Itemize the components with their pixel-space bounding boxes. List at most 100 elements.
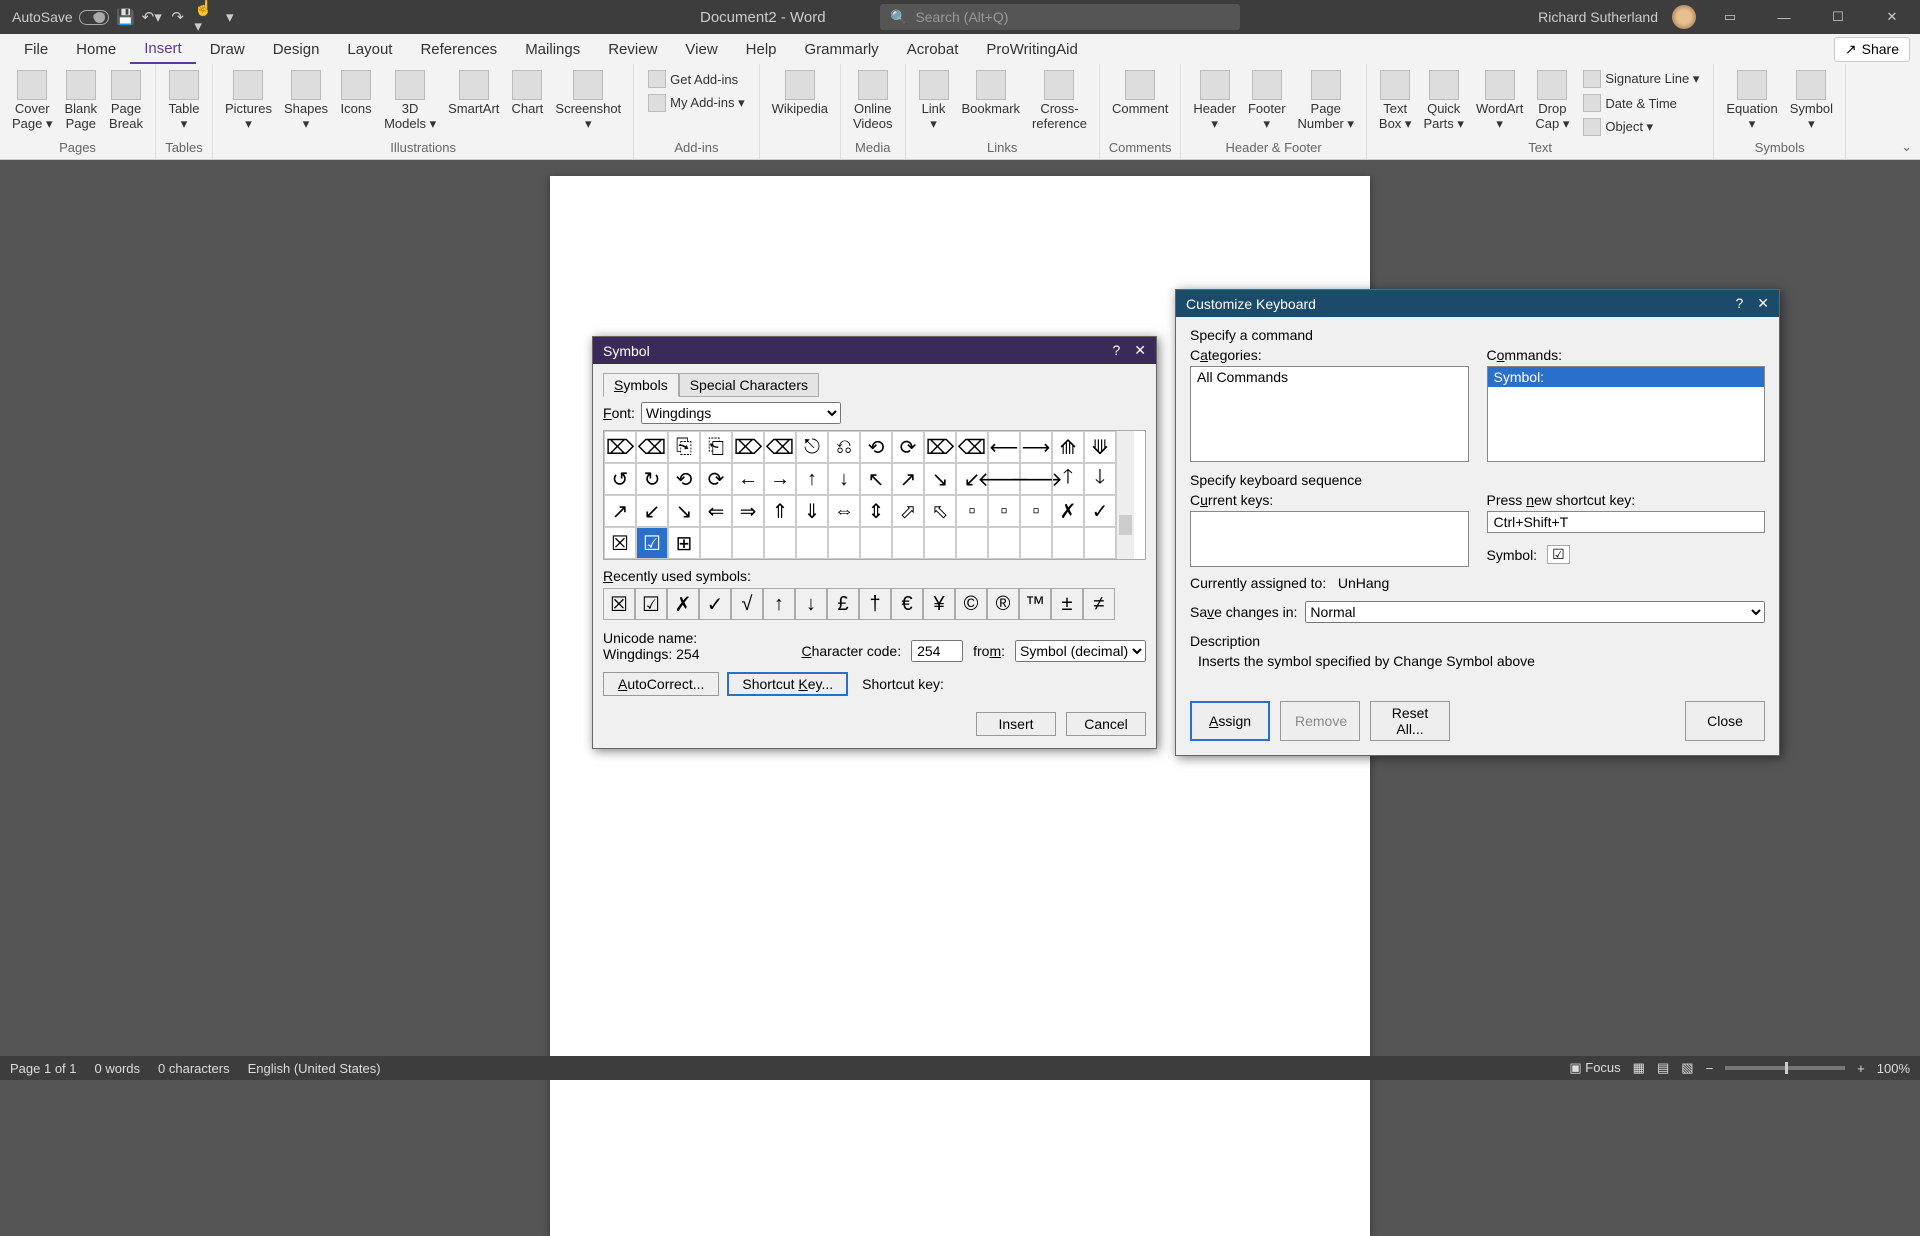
symbol-cell[interactable]: ⇒ xyxy=(732,495,764,527)
symbol-cell[interactable] xyxy=(1052,527,1084,559)
autosave-toggle[interactable]: AutoSave Off xyxy=(12,9,109,25)
symbol-cell[interactable]: ⟰ xyxy=(1052,431,1084,463)
close-icon[interactable]: ✕ xyxy=(1757,295,1769,312)
symbol-cell[interactable]: ⌦ xyxy=(732,431,764,463)
symbol-scrollbar[interactable] xyxy=(1116,431,1134,559)
zoom-out-icon[interactable]: − xyxy=(1706,1061,1714,1076)
symbol-cell[interactable] xyxy=(892,527,924,559)
ribbon-header[interactable]: Header▾ xyxy=(1189,68,1240,134)
commands-listbox[interactable]: Symbol: xyxy=(1487,366,1766,462)
recent-symbol-cell[interactable]: ≠ xyxy=(1083,588,1115,620)
save-changes-select[interactable]: Normal xyxy=(1305,601,1765,623)
recent-symbol-cell[interactable]: ↓ xyxy=(795,588,827,620)
tab-insert[interactable]: Insert xyxy=(130,35,196,64)
ribbon-cover[interactable]: CoverPage ▾ xyxy=(8,68,57,134)
symbol-cell[interactable]: ☒ xyxy=(604,527,636,559)
recent-symbol-cell[interactable]: ☑ xyxy=(635,588,667,620)
assign-button[interactable]: Assign xyxy=(1190,701,1270,741)
symbol-cell[interactable]: ↘ xyxy=(668,495,700,527)
help-icon[interactable]: ? xyxy=(1112,342,1120,359)
recent-symbol-cell[interactable]: ¥ xyxy=(923,588,955,620)
close-icon[interactable]: ✕ xyxy=(1134,342,1146,359)
symbol-cell[interactable]: ↑ xyxy=(796,463,828,495)
symbol-cell[interactable] xyxy=(956,527,988,559)
symbol-cell[interactable]: ↗ xyxy=(604,495,636,527)
symbol-cell[interactable]: 🡒 xyxy=(1020,463,1052,495)
tab-grammarly[interactable]: Grammarly xyxy=(791,36,893,63)
symbol-cell[interactable]: ⬀ xyxy=(892,495,924,527)
symbol-cell[interactable]: ⎘ xyxy=(668,431,700,463)
symbol-cell[interactable]: ↓ xyxy=(828,463,860,495)
status-lang[interactable]: English (United States) xyxy=(248,1061,381,1076)
ribbon-screenshot[interactable]: Screenshot▾ xyxy=(551,68,625,134)
symbol-cell[interactable]: ⇑ xyxy=(764,495,796,527)
symbol-cell[interactable]: ← xyxy=(732,463,764,495)
recent-symbol-cell[interactable]: ± xyxy=(1051,588,1083,620)
minimize-icon[interactable]: — xyxy=(1764,0,1804,34)
tab-draw[interactable]: Draw xyxy=(196,36,259,63)
symbol-cell[interactable]: ⇕ xyxy=(860,495,892,527)
symbol-cell[interactable]: ⎋ xyxy=(796,431,828,463)
tab-help[interactable]: Help xyxy=(732,36,791,63)
user-name[interactable]: Richard Sutherland xyxy=(1538,9,1658,25)
tab-symbols[interactable]: Symbols xyxy=(603,373,679,397)
ribbon-wikipedia[interactable]: Wikipedia xyxy=(768,68,832,119)
symbol-cell[interactable]: ⟲ xyxy=(668,463,700,495)
tab-acrobat[interactable]: Acrobat xyxy=(893,36,973,63)
symbol-cell[interactable] xyxy=(1084,527,1116,559)
symbol-cell[interactable]: ⟵ xyxy=(988,431,1020,463)
tab-home[interactable]: Home xyxy=(62,36,130,63)
recent-symbol-cell[interactable]: ✓ xyxy=(699,588,731,620)
avatar[interactable] xyxy=(1672,5,1696,29)
tab-references[interactable]: References xyxy=(406,36,511,63)
ribbon-date-time[interactable]: Date & Time xyxy=(1577,92,1705,114)
symbol-cell[interactable]: ⟶ xyxy=(1020,431,1052,463)
ribbon-3d[interactable]: 3DModels ▾ xyxy=(380,68,440,134)
recent-symbol-cell[interactable]: ® xyxy=(987,588,1019,620)
current-keys-listbox[interactable] xyxy=(1190,511,1469,567)
symbol-cell[interactable]: ↙ xyxy=(636,495,668,527)
symbol-cell[interactable]: ↻ xyxy=(636,463,668,495)
ribbon-display-icon[interactable]: ▭ xyxy=(1710,0,1750,34)
ribbon-quick[interactable]: QuickParts ▾ xyxy=(1419,68,1467,134)
recent-symbol-cell[interactable]: £ xyxy=(827,588,859,620)
symbol-cell[interactable] xyxy=(732,527,764,559)
ribbon-page[interactable]: PageBreak xyxy=(105,68,147,134)
symbol-cell[interactable]: ⟲ xyxy=(860,431,892,463)
recent-symbol-cell[interactable]: † xyxy=(859,588,891,620)
ribbon-bookmark[interactable]: Bookmark xyxy=(958,68,1025,119)
undo-icon[interactable]: ↶▾ xyxy=(143,8,161,26)
recent-symbol-cell[interactable]: ↑ xyxy=(763,588,795,620)
symbol-cell[interactable]: ⟳ xyxy=(892,431,924,463)
ribbon-shapes[interactable]: Shapes▾ xyxy=(280,68,332,134)
symbol-cell[interactable] xyxy=(828,527,860,559)
ribbon-table[interactable]: Table▾ xyxy=(164,68,204,134)
symbol-dialog-title-bar[interactable]: Symbol ? ✕ xyxy=(593,337,1156,364)
recent-symbol-cell[interactable]: ☒ xyxy=(603,588,635,620)
tab-design[interactable]: Design xyxy=(259,36,334,63)
charcode-input[interactable] xyxy=(911,640,963,662)
ribbon-chart[interactable]: Chart xyxy=(507,68,547,119)
symbol-cell[interactable]: ↗ xyxy=(892,463,924,495)
from-select[interactable]: Symbol (decimal) xyxy=(1015,640,1146,662)
symbol-cell[interactable]: ▫ xyxy=(988,495,1020,527)
symbol-cell[interactable]: ⌦ xyxy=(604,431,636,463)
zoom-in-icon[interactable]: + xyxy=(1857,1061,1865,1076)
symbol-cell[interactable] xyxy=(1020,527,1052,559)
symbol-cell[interactable] xyxy=(764,527,796,559)
autosave-switch[interactable]: Off xyxy=(79,10,109,25)
symbol-cell[interactable] xyxy=(796,527,828,559)
qat-customize-icon[interactable]: ▾ xyxy=(221,8,239,26)
symbol-cell[interactable]: ✓ xyxy=(1084,495,1116,527)
symbol-cell[interactable]: ⌫ xyxy=(764,431,796,463)
redo-icon[interactable]: ↷ xyxy=(169,8,187,26)
tab-view[interactable]: View xyxy=(671,36,731,63)
view-read-icon[interactable]: ▤ xyxy=(1657,1060,1669,1076)
ribbon-drop[interactable]: DropCap ▾ xyxy=(1531,68,1573,134)
cancel-button[interactable]: Cancel xyxy=(1066,712,1146,736)
share-button[interactable]: ↗ Share xyxy=(1834,37,1910,62)
ribbon-my-add-ins-[interactable]: My Add-ins ▾ xyxy=(642,92,750,114)
symbol-cell[interactable]: ⌫ xyxy=(956,431,988,463)
remove-button[interactable]: Remove xyxy=(1280,701,1360,741)
ribbon-smartart[interactable]: SmartArt xyxy=(444,68,503,119)
